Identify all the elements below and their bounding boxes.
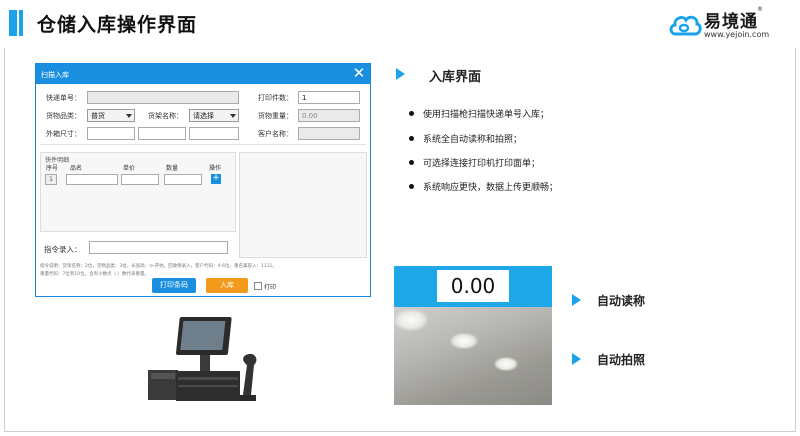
box-width-input[interactable] <box>138 127 186 140</box>
slide-title: 仓储入库操作界面 <box>37 14 198 36</box>
column-header: 品名 <box>70 165 83 172</box>
feature-bullet: 可选择连接打印机打印面单； <box>423 159 541 169</box>
shelf-select[interactable]: 请选择 <box>189 109 239 122</box>
feature-bullet: 系统响应更快，数据上传更顺畅； <box>423 183 559 193</box>
divider <box>40 144 366 145</box>
bullet-icon <box>409 111 414 116</box>
shelf-value: 请选择 <box>193 112 214 120</box>
command-input[interactable] <box>89 241 228 254</box>
dialog-titlebar: 扫描入库 ✕ <box>36 64 370 84</box>
pos-terminal-image <box>148 317 257 401</box>
print-count-label: 打印件数： <box>258 94 293 102</box>
side-panel <box>239 152 367 258</box>
column-header: 数量 <box>166 165 179 172</box>
auto-photo-label: 自动拍照 <box>597 353 646 367</box>
category-value: 普货 <box>91 112 105 120</box>
chevron-down-icon <box>126 114 132 118</box>
print-checkbox-label: 打印 <box>264 284 277 291</box>
title-accent-bar <box>9 10 17 36</box>
weight-label: 货物重量： <box>258 112 293 120</box>
ceiling-light <box>450 333 478 349</box>
parcel-detail-panel: 快件明细 序号 品名 单价 数量 操作 1 + <box>40 152 236 232</box>
row-number: 1 <box>45 174 57 185</box>
shelf-label: 货架名称： <box>148 112 183 120</box>
auto-weigh-label: 自动读称 <box>597 294 646 308</box>
category-select[interactable]: 普货 <box>87 109 135 122</box>
logo-text: 易境通 <box>704 12 758 32</box>
tracking-no-label: 快递单号： <box>46 94 81 102</box>
command-hint: 指令说明：货架名称：2位，货物品类：3位，长宽高：⊙-开始，回收保录入，客户代码… <box>40 263 340 279</box>
category-label: 货物品类： <box>46 112 81 120</box>
camera-photo <box>394 307 552 405</box>
box-size-label: 外箱尺寸： <box>46 130 81 138</box>
scan-inbound-dialog: 扫描入库 ✕ 快递单号： 打印件数： 1 货物品类： 普货 货架名称： 请选择 … <box>35 63 371 297</box>
tracking-no-input[interactable] <box>87 91 239 104</box>
add-row-button[interactable]: + <box>211 174 221 184</box>
box-height-input[interactable] <box>189 127 239 140</box>
ceiling-light <box>494 357 518 371</box>
cloud-logo-icon <box>669 15 702 36</box>
inbound-button[interactable]: 入库 <box>206 278 248 293</box>
logo-trademark: ® <box>757 6 763 13</box>
column-header: 序号 <box>46 165 59 172</box>
close-icon[interactable]: ✕ <box>352 65 366 81</box>
triangle-bullet-icon <box>572 353 581 365</box>
bullet-icon <box>409 136 414 141</box>
column-header: 单价 <box>123 165 136 172</box>
feature-bullet: 系统全自动读称和拍照； <box>423 135 523 145</box>
customer-input[interactable] <box>298 127 360 140</box>
product-name-input[interactable] <box>66 174 118 185</box>
print-checkbox[interactable] <box>254 282 262 290</box>
scale-reading: 0.00 <box>437 270 509 302</box>
print-count-input[interactable]: 1 <box>298 91 360 104</box>
column-header: 操作 <box>209 165 222 172</box>
quantity-input[interactable] <box>164 174 202 185</box>
triangle-bullet-icon <box>396 68 405 80</box>
box-length-input[interactable] <box>87 127 135 140</box>
chevron-down-icon <box>230 114 236 118</box>
weight-input[interactable]: 0.00 <box>298 109 360 122</box>
dialog-title: 扫描入库 <box>41 71 69 79</box>
title-accent-bar-thin <box>19 10 23 36</box>
bullet-icon <box>409 160 414 165</box>
feature-bullet: 使用扫描枪扫描快递单号入库； <box>423 110 550 120</box>
yejoin-logo: 易境通 ® www.yejoin.com <box>668 6 788 46</box>
command-label: 指令录入： <box>44 245 82 254</box>
customer-label: 客户名称： <box>258 130 293 138</box>
print-barcode-button[interactable]: 打印条码 <box>152 278 196 293</box>
triangle-bullet-icon <box>572 294 581 306</box>
unit-price-input[interactable] <box>121 174 159 185</box>
bullet-icon <box>409 184 414 189</box>
hint-line: 指令说明：货架名称：2位，货物品类：3位，长宽高：⊙-开始，回收保录入，客户代码… <box>40 264 277 269</box>
section-title: 入库界面 <box>429 70 482 85</box>
ceiling-light <box>394 309 428 331</box>
logo-url: www.yejoin.com <box>704 30 770 39</box>
